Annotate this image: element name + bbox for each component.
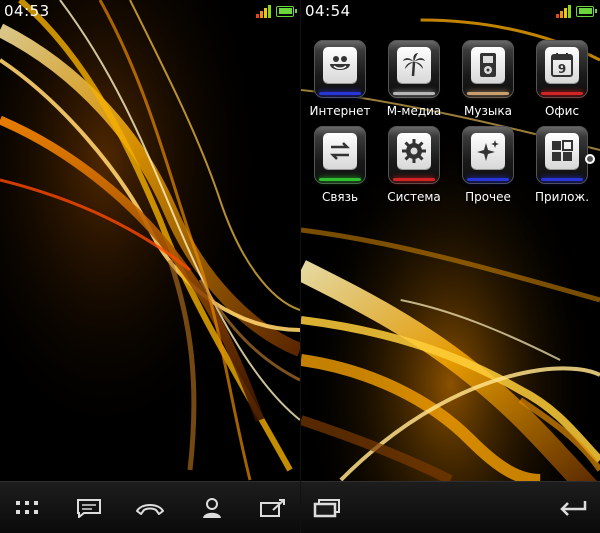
accent-bar (467, 178, 509, 181)
app-tile: 9 (536, 40, 588, 98)
accent-bar (393, 178, 435, 181)
transfer-icon (329, 142, 351, 160)
app-label: Связь (321, 190, 359, 204)
apps-grid-icon (16, 500, 38, 514)
message-icon (76, 498, 101, 518)
accent-bar (319, 178, 361, 181)
clock: 04:54 (305, 2, 351, 20)
clock: 04:53 (4, 2, 50, 20)
app-internet[interactable]: Интернет (303, 40, 377, 118)
battery-icon (276, 5, 297, 17)
menu-screen: 04:54 Интернет М-медиа Музыка 9 Офис Свя… (300, 0, 600, 533)
app-label: Прочее (465, 190, 511, 204)
app-m-media[interactable]: М-медиа (377, 40, 451, 118)
accent-bar (393, 92, 435, 95)
status-icons (256, 4, 297, 18)
contacts-icon (202, 497, 221, 518)
calendar-day: 9 (558, 62, 566, 76)
app-label: Офис (544, 104, 580, 118)
gear-icon (402, 139, 426, 163)
home-screen: 04:53 (0, 0, 300, 533)
app-tile (314, 40, 366, 98)
status-icons (556, 4, 597, 18)
phone-button[interactable] (133, 491, 167, 525)
phone-icon (136, 503, 164, 515)
palm-icon (403, 53, 425, 77)
app-tile (314, 126, 366, 184)
accent-bar (541, 178, 583, 181)
app-connectivity[interactable]: Связь (303, 126, 377, 204)
app-tile (388, 126, 440, 184)
app-row: Связь Система Прочее Прилож. (303, 126, 599, 204)
app-music[interactable]: Музыка (451, 40, 525, 118)
windows-icon (313, 498, 340, 517)
calendar-icon: 9 (551, 53, 573, 77)
app-row: Интернет М-медиа Музыка 9 Офис (303, 40, 599, 118)
accent-bar (319, 92, 361, 95)
app-label: М-медиа (386, 104, 442, 118)
app-office[interactable]: 9 Офис (525, 40, 599, 118)
status-bar: 04:54 (301, 0, 600, 22)
sparkle-icon (477, 140, 499, 161)
app-other[interactable]: Прочее (451, 126, 525, 204)
app-tile (462, 40, 514, 98)
applications-icon (552, 140, 573, 161)
wallpaper-left (0, 0, 300, 533)
music-player-icon (480, 53, 496, 77)
app-tile (388, 40, 440, 98)
app-label: Прилож. (534, 190, 590, 204)
accent-bar (541, 92, 583, 95)
internet-icon (330, 56, 350, 70)
windows-button[interactable] (311, 491, 345, 525)
compose-icon (260, 498, 285, 517)
app-label: Музыка (464, 104, 512, 118)
contacts-button[interactable] (195, 491, 229, 525)
back-icon (560, 500, 587, 516)
app-tile (536, 126, 588, 184)
status-bar: 04:53 (0, 0, 300, 22)
home-softkey-bar (0, 481, 300, 533)
apps-grid-button[interactable] (10, 491, 44, 525)
app-label: Система (387, 190, 441, 204)
app-grid: Интернет М-медиа Музыка 9 Офис Связь Сис… (303, 40, 599, 204)
page-indicator (585, 154, 595, 164)
battery-icon (576, 5, 597, 17)
app-applications[interactable]: Прилож. (525, 126, 599, 204)
app-tile (462, 126, 514, 184)
app-system[interactable]: Система (377, 126, 451, 204)
phone-screens: 04:53 04:54 Интернет М-медиа Музыка 9 Оф… (0, 0, 600, 533)
messages-button[interactable] (72, 491, 106, 525)
compose-button[interactable] (256, 491, 290, 525)
signal-strength-icon (556, 4, 571, 18)
app-label: Интернет (309, 104, 371, 118)
signal-strength-icon (256, 4, 271, 18)
back-button[interactable] (556, 491, 590, 525)
menu-softkey-bar (301, 481, 600, 533)
accent-bar (467, 92, 509, 95)
